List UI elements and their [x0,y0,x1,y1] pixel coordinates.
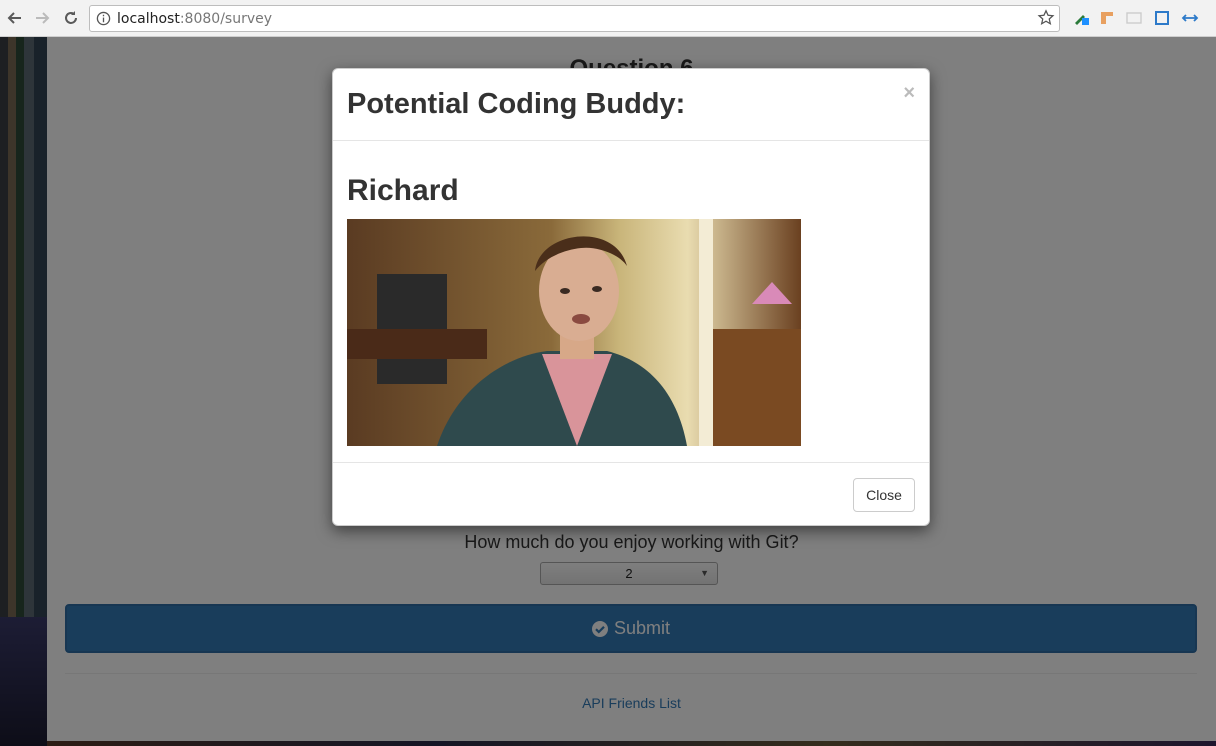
extension-folder-icon[interactable] [1098,9,1116,27]
extension-pen-icon[interactable] [1072,9,1090,27]
extension-window-icon[interactable] [1125,9,1143,27]
back-icon[interactable] [4,7,26,29]
address-bar[interactable]: localhost:8080/survey [89,5,1060,32]
browser-toolbar: localhost:8080/survey [0,0,1216,37]
modal-title: Potential Coding Buddy: [347,88,686,120]
reload-icon[interactable] [60,7,82,29]
extension-arrows-icon[interactable] [1181,9,1199,27]
star-icon[interactable] [1037,9,1055,27]
modal-footer: Close [333,462,929,525]
extension-capture-icon[interactable] [1153,9,1171,27]
forward-icon[interactable] [31,7,53,29]
match-name: Richard [347,174,459,207]
modal-body: Richard [333,141,929,462]
match-photo [347,219,801,446]
url-text: localhost:8080/survey [117,11,273,27]
modal-header: Potential Coding Buddy: × [333,69,929,141]
close-icon[interactable]: × [903,83,915,103]
info-icon[interactable] [96,11,111,26]
match-modal: Potential Coding Buddy: × Richard Close [332,68,930,526]
close-button[interactable]: Close [853,478,915,512]
